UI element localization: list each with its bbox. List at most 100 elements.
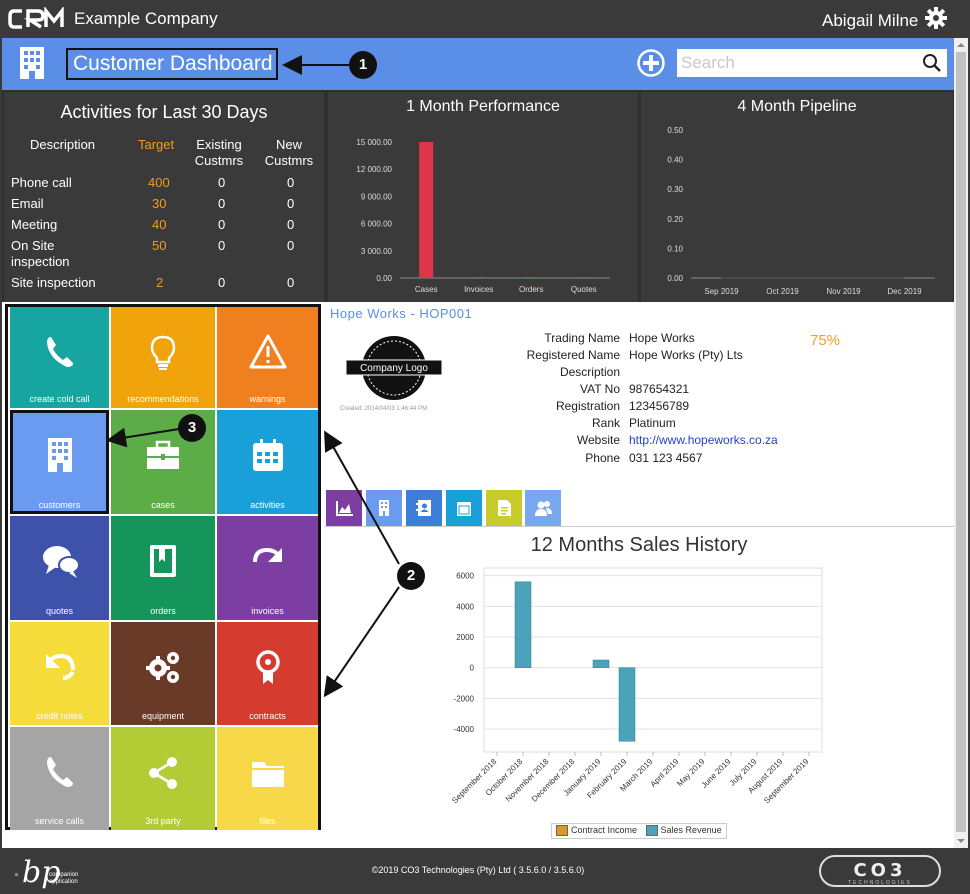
phone-icon <box>46 337 73 367</box>
y-tick-label: 12 000.00 <box>356 165 392 174</box>
activities-title: Activities for Last 30 Days <box>60 102 268 122</box>
scroll-up-icon[interactable] <box>954 38 968 52</box>
tile-recommendations[interactable]: recommendations <box>111 307 215 408</box>
y-tick-label: 6000 <box>456 572 474 581</box>
field-value: 123456789 <box>629 399 690 413</box>
tile-activities[interactable]: activities <box>217 410 318 514</box>
warning-icon <box>249 334 286 369</box>
activity-target: 40 <box>152 217 167 232</box>
co3-technologies-logo: CO3 TECHNOLOGIES <box>818 854 942 892</box>
activity-target: 400 <box>148 175 170 190</box>
field-label: Trading Name <box>544 331 620 345</box>
award-ribbon-icon <box>255 650 280 684</box>
column-header: Description <box>30 137 96 152</box>
y-tick-label: 0.30 <box>667 185 683 194</box>
y-tick-label: 0.10 <box>667 244 683 253</box>
chat-bubbles-icon <box>42 546 79 578</box>
tile-credit-notes[interactable]: credit notes <box>10 622 109 725</box>
redo-arrow-icon <box>252 547 282 563</box>
annotation-marker: 1 <box>349 51 377 79</box>
tile-label: credit notes <box>36 711 83 721</box>
tile-label: recommendations <box>127 394 199 404</box>
tile-create-cold-call[interactable]: create cold call <box>10 307 109 408</box>
document-icon <box>498 500 511 516</box>
bar <box>576 277 591 278</box>
briefcase-icon <box>147 440 179 469</box>
activity-target: 2 <box>156 275 164 290</box>
x-tick-label: April 2019 <box>649 757 681 789</box>
calendar-icon <box>457 502 471 516</box>
legend-label[interactable]: Contract Income <box>571 825 637 835</box>
area-chart-icon <box>336 501 353 516</box>
detail-tab-users[interactable] <box>525 490 561 526</box>
x-tick-label: Sep 2019 <box>704 287 739 296</box>
detail-tab-calendar[interactable] <box>446 490 482 526</box>
activity-existing: 0 <box>218 275 226 290</box>
y-tick-label: 9 000.00 <box>361 192 393 201</box>
app-window: Example Company Abigail Milne Customer D… <box>0 0 970 894</box>
crm-logo[interactable] <box>8 6 66 36</box>
x-tick-label: Nov 2019 <box>826 287 861 296</box>
building-icon <box>47 438 72 472</box>
company-logo: Company Logo <box>342 332 446 409</box>
gears-icon <box>146 652 179 683</box>
user-name[interactable]: Abigail Milne <box>822 11 918 31</box>
top-bar: Example Company Abigail Milne <box>2 2 968 38</box>
y-tick-label: 0.00 <box>667 274 683 283</box>
x-tick-label: Cases <box>415 285 438 294</box>
module-tiles: create cold call recommendations warnings c… <box>5 304 321 830</box>
activity-target: 50 <box>152 238 167 253</box>
tile-label: activities <box>250 500 285 510</box>
search-icon[interactable] <box>922 53 942 78</box>
pipeline-chart: 0.00 0.10 0.20 0.30 0.40 0.50 Sep 2019 Oct 2019… <box>667 126 935 296</box>
tile-equipment[interactable]: equipment <box>111 622 215 725</box>
share-icon <box>149 757 177 789</box>
tile-orders[interactable]: orders <box>111 516 215 620</box>
footer: bp a companion application ©2019 CO3 Tec… <box>2 848 968 892</box>
gear-icon[interactable] <box>924 6 948 35</box>
activity-new: 0 <box>287 275 295 290</box>
legend-label[interactable]: Sales Revenue <box>661 825 722 835</box>
users-icon <box>535 501 552 516</box>
tile-label: contracts <box>249 711 286 721</box>
tile-quotes[interactable]: quotes <box>10 516 109 620</box>
pipeline-panel: 4 Month Pipeline 0.00 0.10 0.20 0.30 0.40 0.5… <box>641 92 953 302</box>
activity-description: Meeting <box>11 217 58 232</box>
contacts-book-icon <box>416 500 431 516</box>
detail-tab-document[interactable] <box>486 490 522 526</box>
search-input[interactable] <box>677 49 912 77</box>
detail-tab-area-chart[interactable] <box>326 490 362 526</box>
activity-description: On Site inspection <box>11 238 70 269</box>
tile-contracts[interactable]: contracts <box>217 622 318 725</box>
x-tick-label: Orders <box>519 285 543 294</box>
tile-service-calls[interactable]: service calls <box>10 727 109 830</box>
phone-icon <box>46 757 73 787</box>
activity-new: 0 <box>287 175 295 190</box>
tile-files[interactable]: files <box>217 727 318 830</box>
detail-tab-contacts-book[interactable] <box>406 490 442 526</box>
column-header: New Custmrs <box>264 137 314 168</box>
tile-invoices[interactable]: invoices <box>217 516 318 620</box>
tile-3rd-party[interactable]: 3rd party <box>111 727 215 830</box>
customer-title[interactable]: Hope Works - HOP001 <box>330 306 472 321</box>
activity-existing: 0 <box>218 238 226 253</box>
scrollbar-thumb[interactable] <box>956 52 966 832</box>
field-value: 031 123 4567 <box>629 451 703 465</box>
tile-label: customers <box>38 500 81 510</box>
website-link[interactable]: http://www.hopeworks.co.za <box>629 433 778 447</box>
field-label: Rank <box>591 416 620 430</box>
y-tick-label: 0.50 <box>667 126 683 135</box>
annotation-marker: 2 <box>397 562 425 590</box>
field-label: Description <box>559 365 620 379</box>
y-tick-label: 0.40 <box>667 156 683 165</box>
x-tick-label: September 2018 <box>450 757 499 806</box>
tile-warnings[interactable]: warnings <box>217 307 318 408</box>
scroll-down-icon[interactable] <box>954 834 968 848</box>
tile-customers[interactable]: customers <box>10 410 109 514</box>
field-label: VAT No <box>579 382 620 396</box>
x-tick-label: Dec 2019 <box>887 287 922 296</box>
add-button[interactable] <box>636 48 666 83</box>
vertical-scrollbar[interactable] <box>954 38 968 848</box>
tile-label: invoices <box>251 606 284 616</box>
detail-tab-building[interactable] <box>366 490 402 526</box>
